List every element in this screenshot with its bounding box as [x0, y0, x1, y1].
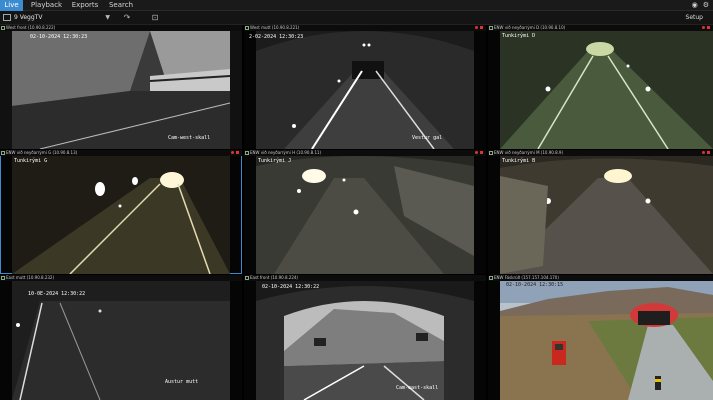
camera-timestamp: 02-10-2024 12:30:23 — [30, 34, 88, 40]
views-pane-icon[interactable] — [3, 14, 11, 21]
recording-indicator-icon — [702, 26, 705, 29]
recording-indicator-icon — [702, 151, 705, 154]
camera-osd-label: Austur mutt — [165, 379, 199, 385]
tab-playback[interactable]: Playback — [25, 0, 68, 11]
camera-icon — [245, 151, 249, 155]
camera-icon — [1, 26, 5, 30]
camera-timestamp: 2-02-2024 12:30:23 — [249, 34, 304, 40]
camera-tile-tunnel-g[interactable]: ENW við neyðarrými G (10.90.8.13) Tunkir… — [0, 150, 242, 274]
alarm-indicator-icon — [236, 151, 239, 154]
camera-icon — [489, 276, 493, 280]
camera-osd-label: Cam-west-skall — [168, 135, 211, 141]
camera-timestamp: 02-10-2024 12:30:22 — [262, 284, 320, 290]
camera-video: Tunkirými D — [488, 31, 713, 149]
zoom-view-icon[interactable]: ⊡ — [150, 13, 160, 23]
setup-button[interactable]: Setup — [686, 13, 703, 23]
camera-osd-label: Vestur gal — [412, 135, 443, 141]
camera-tile-faskrud[interactable]: ENW Fáskrúð (157.157.104.170) 02-10-2024… — [488, 275, 713, 400]
recording-indicator-icon — [475, 151, 478, 154]
camera-tile-west-front[interactable]: West front (10.90.8.222) 02-10-2024 12:3… — [0, 25, 242, 149]
camera-video: 02-10-2024 12:30:22 Cam-east-skall — [244, 281, 486, 400]
recording-indicator-icon — [231, 151, 234, 154]
camera-tile-west-mutt[interactable]: West mutt (10.90.8.221) 2-02-2024 12:30:… — [244, 25, 486, 149]
visibility-icon[interactable]: ◉ — [692, 1, 698, 10]
view-selector-label: 9 VeggTV — [14, 14, 43, 21]
camera-osd-label: Cam-east-skall — [396, 385, 439, 391]
camera-osd-label: Tunkirými J — [258, 158, 292, 164]
alarm-indicator-icon — [707, 151, 710, 154]
camera-video: Tunkirými J — [244, 156, 486, 274]
live-toolbar: 9 VeggTV ▼ ↷ ⊡ Setup — [0, 11, 713, 25]
camera-video: 02-10-2024 12:30:23 Cam-west-skall — [0, 31, 242, 149]
camera-icon — [1, 276, 5, 280]
tab-search[interactable]: Search — [104, 0, 138, 11]
alarm-indicator-icon — [480, 26, 483, 29]
settings-gear-icon[interactable]: ⚙ — [703, 1, 709, 10]
camera-icon — [489, 151, 493, 155]
tab-live[interactable]: Live — [0, 0, 23, 11]
camera-osd-label: Tunkirými G — [14, 158, 48, 164]
view-selector[interactable]: 9 VeggTV ▼ — [14, 12, 112, 23]
camera-icon — [245, 26, 249, 30]
camera-tile-tunnel-j[interactable]: ENW við neyðarrými H (10.90.8.11) Tunkir… — [244, 150, 486, 274]
chevron-down-icon: ▼ — [105, 14, 110, 21]
camera-timestamp: 10-0E-2024 12:30:22 — [28, 291, 86, 297]
camera-osd-label: Tunkirými B — [502, 158, 536, 164]
camera-grid: West front (10.90.8.222) 02-10-2024 12:3… — [0, 25, 713, 400]
camera-video: 2-02-2024 12:30:23 Vestur gal — [244, 31, 486, 149]
camera-osd-label: Tunkirými D — [502, 33, 536, 39]
camera-icon — [1, 151, 5, 155]
camera-tile-east-mutt[interactable]: East mutt (10.90.8.232) 10-0E-2024 12:30… — [0, 275, 242, 400]
camera-icon — [245, 276, 249, 280]
camera-timestamp: 02-10-2024 12:30:15 — [506, 282, 564, 288]
camera-video: Tunkirými B — [488, 156, 713, 274]
recording-indicator-icon — [475, 26, 478, 29]
camera-tile-tunnel-b[interactable]: ENW við neyðarrými M (10.90.8.9) Tunkirý… — [488, 150, 713, 274]
camera-icon — [489, 26, 493, 30]
window-controls: ◉ ⚙ — [692, 1, 709, 10]
alarm-indicator-icon — [480, 151, 483, 154]
redo-arrow-icon[interactable]: ↷ — [122, 13, 132, 23]
tab-exports[interactable]: Exports — [68, 0, 102, 11]
camera-video: 10-0E-2024 12:30:22 Austur mutt — [0, 281, 242, 400]
camera-video: Tunkirými G — [0, 156, 242, 274]
camera-tile-east-front[interactable]: East front (10.90.8.224) 02-10-2024 12:3… — [244, 275, 486, 400]
alarm-indicator-icon — [707, 26, 710, 29]
camera-tile-tunnel-d[interactable]: ENW við neyðarrými D (10.90.8.10) Tunkir… — [488, 25, 713, 149]
camera-video: 02-10-2024 12:30:15 — [488, 281, 713, 400]
main-tab-bar: Live Playback Exports Search ◉ ⚙ — [0, 0, 713, 11]
